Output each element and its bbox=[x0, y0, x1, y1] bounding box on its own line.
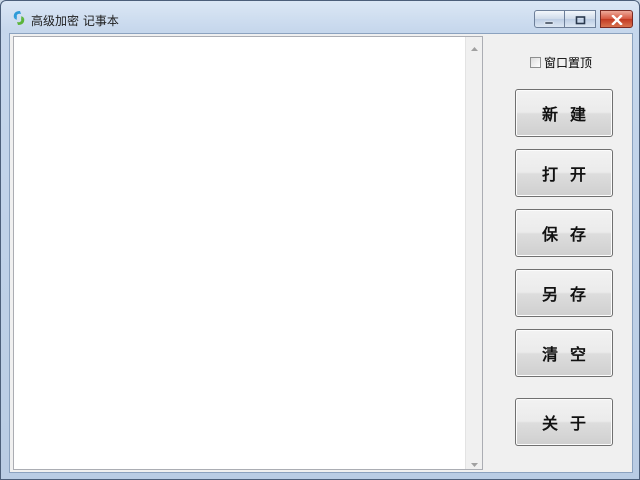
minimize-icon bbox=[544, 10, 555, 29]
open-button[interactable]: 打开 bbox=[515, 149, 613, 197]
text-editor[interactable] bbox=[13, 36, 483, 470]
topmost-label: 窗口置顶 bbox=[544, 56, 593, 70]
scroll-down-arrow-icon bbox=[470, 452, 478, 470]
window-title: 高级加密 记事本 bbox=[31, 14, 119, 28]
app-logo-icon bbox=[11, 10, 27, 26]
client-area: 窗口置顶 新建 打开 保存 另存 清空 关于 bbox=[9, 33, 633, 473]
notepad-window: 高级加密 记事本 窗口置顶 新建 打开 保存 另存 清空 关于 bbox=[0, 0, 640, 480]
editor-text-area[interactable] bbox=[14, 37, 466, 469]
scroll-up-arrow-icon bbox=[470, 37, 478, 55]
close-button[interactable] bbox=[600, 10, 633, 28]
close-icon bbox=[610, 10, 623, 29]
save-button[interactable]: 保存 bbox=[515, 209, 613, 257]
topmost-checkbox[interactable] bbox=[530, 57, 541, 68]
scroll-down-button[interactable] bbox=[466, 453, 482, 469]
new-button[interactable]: 新建 bbox=[515, 89, 613, 137]
maximize-icon bbox=[575, 10, 586, 29]
topmost-option[interactable]: 窗口置顶 bbox=[530, 54, 592, 71]
maximize-button[interactable] bbox=[565, 10, 596, 28]
save-as-button[interactable]: 另存 bbox=[515, 269, 613, 317]
vertical-scrollbar[interactable] bbox=[465, 37, 482, 469]
about-button[interactable]: 关于 bbox=[515, 398, 613, 446]
title-bar[interactable]: 高级加密 记事本 bbox=[1, 1, 639, 33]
clear-button[interactable]: 清空 bbox=[515, 329, 613, 377]
minimize-button[interactable] bbox=[534, 10, 565, 28]
scroll-up-button[interactable] bbox=[466, 37, 482, 53]
